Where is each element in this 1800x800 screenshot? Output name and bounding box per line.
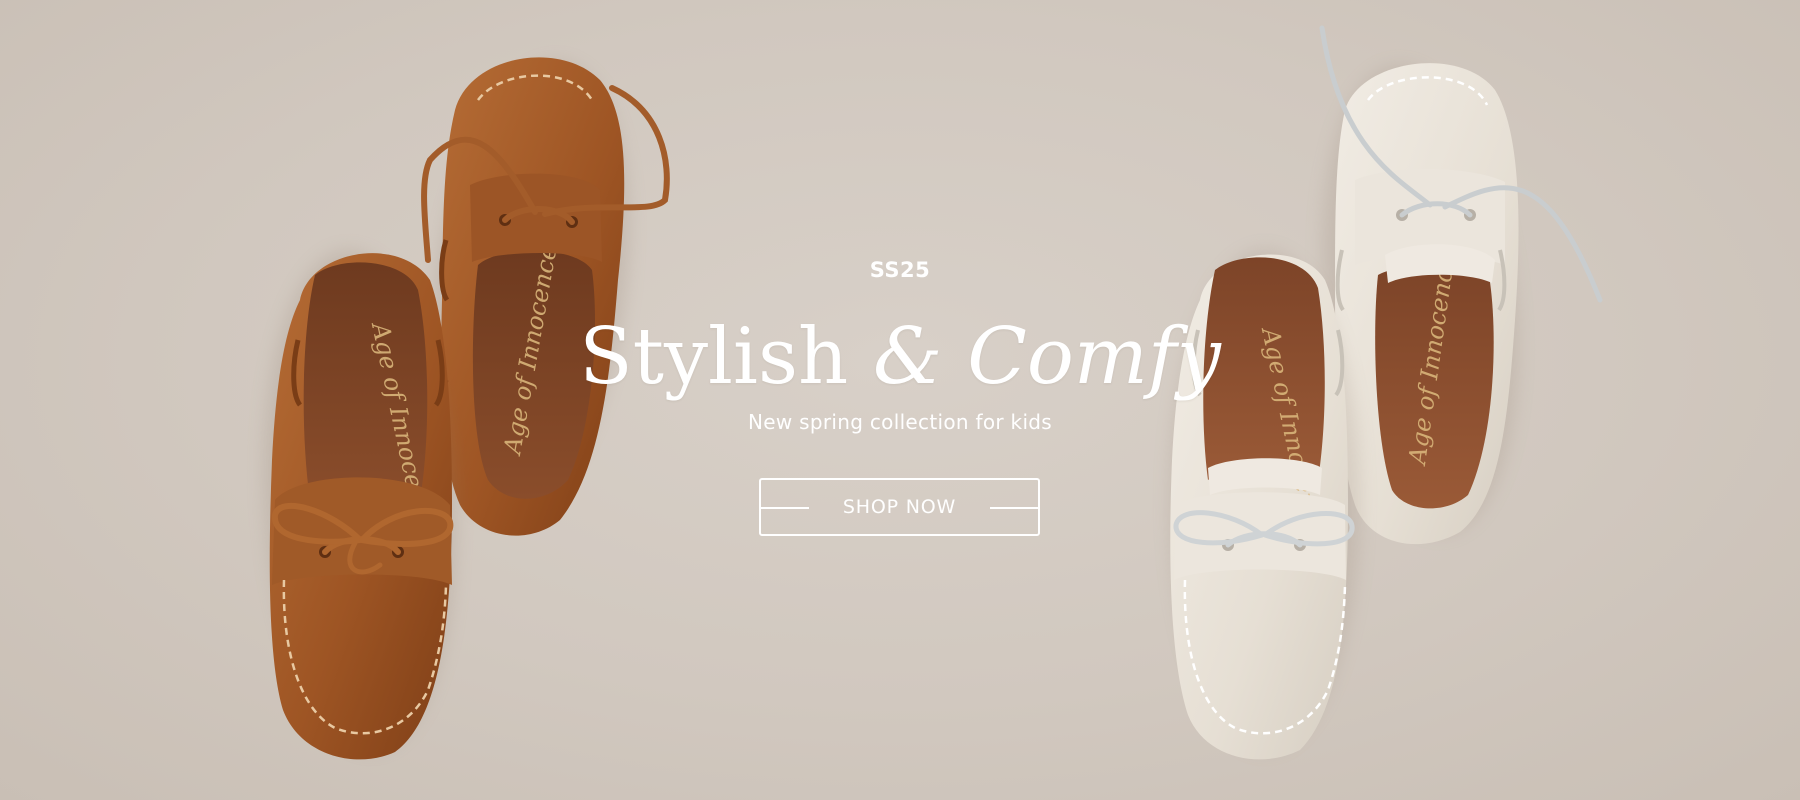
shop-now-button[interactable]: SHOP NOW	[759, 478, 1040, 536]
season-label: SS25	[869, 258, 931, 282]
button-rule-left	[761, 507, 809, 509]
hero-banner: Age of Innocence Age of Innocence Age of…	[0, 0, 1800, 800]
shop-now-label: SHOP NOW	[842, 496, 957, 518]
headline-plain: Stylish	[579, 312, 873, 402]
hero-content: SS25 Stylish & Comfy New spring collecti…	[0, 0, 1800, 800]
button-rule-right	[990, 507, 1038, 509]
hero-headline: Stylish & Comfy	[0, 312, 1800, 402]
hero-subheading: New spring collection for kids	[747, 410, 1053, 434]
headline-ampersand: &	[873, 312, 943, 402]
headline-italic: Comfy	[942, 312, 1221, 402]
